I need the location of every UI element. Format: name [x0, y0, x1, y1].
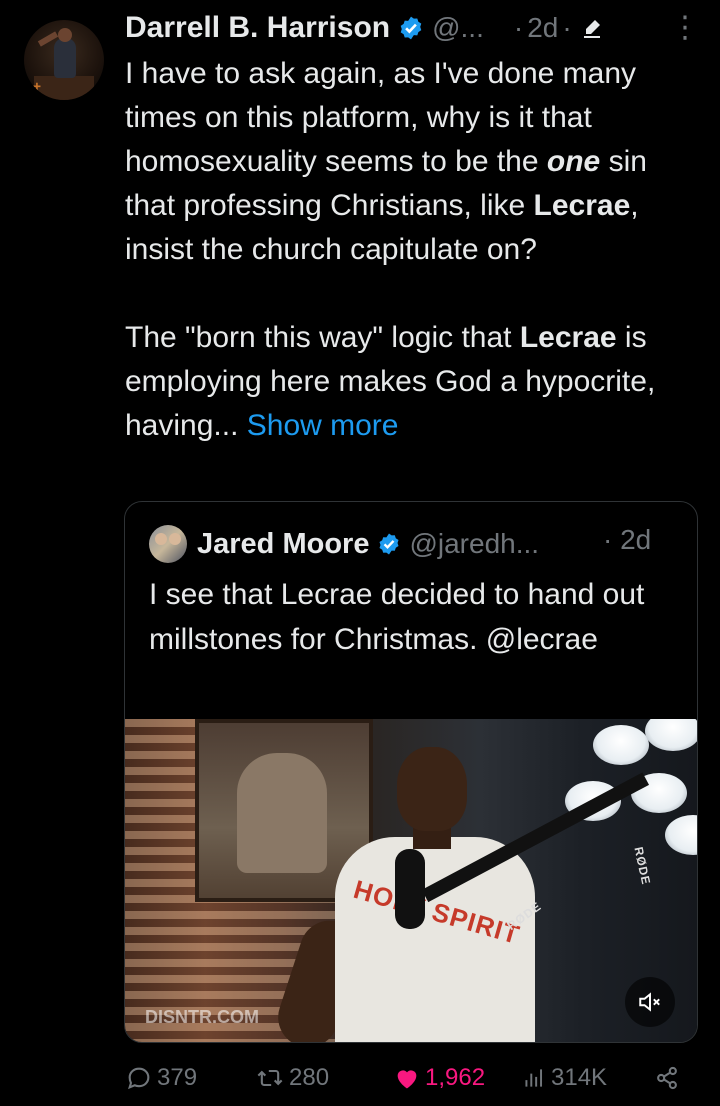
studio-light	[645, 719, 697, 751]
tweet-body: I have to ask again, as I've done many t…	[125, 52, 700, 448]
repost-count: 280	[289, 1064, 330, 1091]
more-icon[interactable]: ⋮	[670, 10, 700, 45]
microphone	[395, 849, 425, 929]
quote-time[interactable]: · 2d	[603, 524, 651, 556]
share-icon	[657, 1066, 677, 1090]
like-icon	[397, 1070, 417, 1089]
quoted-tweet[interactable]: Jared Moore @jaredh... · 2d I see that L…	[124, 501, 698, 1043]
quote-text: I see that Lecrae decided to hand out mi…	[149, 578, 645, 656]
like-button[interactable]: 1,962	[393, 1056, 485, 1100]
video-player[interactable]: HOLY SPIRIT RØDE RØDE DISNTR.COM	[125, 719, 697, 1042]
views-button[interactable]: 314K	[521, 1056, 607, 1100]
reply-button[interactable]: 379	[125, 1056, 197, 1100]
views-count: 314K	[551, 1064, 608, 1091]
mention-lecrae[interactable]: Lecrae	[520, 321, 617, 354]
reply-icon	[128, 1067, 150, 1090]
quote-author-handle[interactable]: @jaredh...	[409, 528, 539, 560]
show-more-link[interactable]: Show more	[247, 409, 399, 442]
mention-lecrae[interactable]: Lecrae	[534, 189, 631, 222]
video-watermark: DISNTR.COM	[145, 1007, 259, 1027]
tweet-time[interactable]: 2d	[527, 12, 558, 43]
like-count: 1,962	[425, 1064, 486, 1091]
quote-header: Jared Moore @jaredh...	[149, 522, 539, 566]
tweet-header: Darrell B. Harrison @... · 2d ·	[125, 8, 604, 48]
repost-icon	[257, 1069, 283, 1087]
studio-light	[665, 815, 697, 855]
person-head	[397, 747, 467, 831]
tweet-actions: 379 280 1,962 314K	[125, 1056, 700, 1100]
repost-button[interactable]: 280	[255, 1056, 329, 1100]
author-name[interactable]: Darrell B. Harrison	[125, 11, 390, 45]
author-avatar[interactable]: ✝	[24, 20, 104, 100]
mute-button[interactable]	[625, 977, 675, 1027]
studio-light	[593, 725, 649, 765]
views-icon	[525, 1069, 543, 1087]
quote-author-name[interactable]: Jared Moore	[197, 528, 369, 561]
mic-brand-label: RØDE	[631, 845, 654, 887]
quote-author-avatar[interactable]	[149, 525, 187, 563]
author-handle[interactable]: @...	[432, 12, 484, 44]
tweet-paragraph-1: I have to ask again, as I've done many t…	[125, 57, 647, 266]
share-button[interactable]	[653, 1056, 685, 1100]
reply-count: 379	[157, 1064, 198, 1091]
verified-badge-icon	[379, 533, 399, 555]
verified-badge-icon	[400, 16, 422, 40]
edit-icon	[583, 20, 600, 38]
mute-icon	[639, 992, 660, 1012]
tweet-paragraph-2: The "born this way" logic that Lecrae is…	[125, 321, 656, 442]
